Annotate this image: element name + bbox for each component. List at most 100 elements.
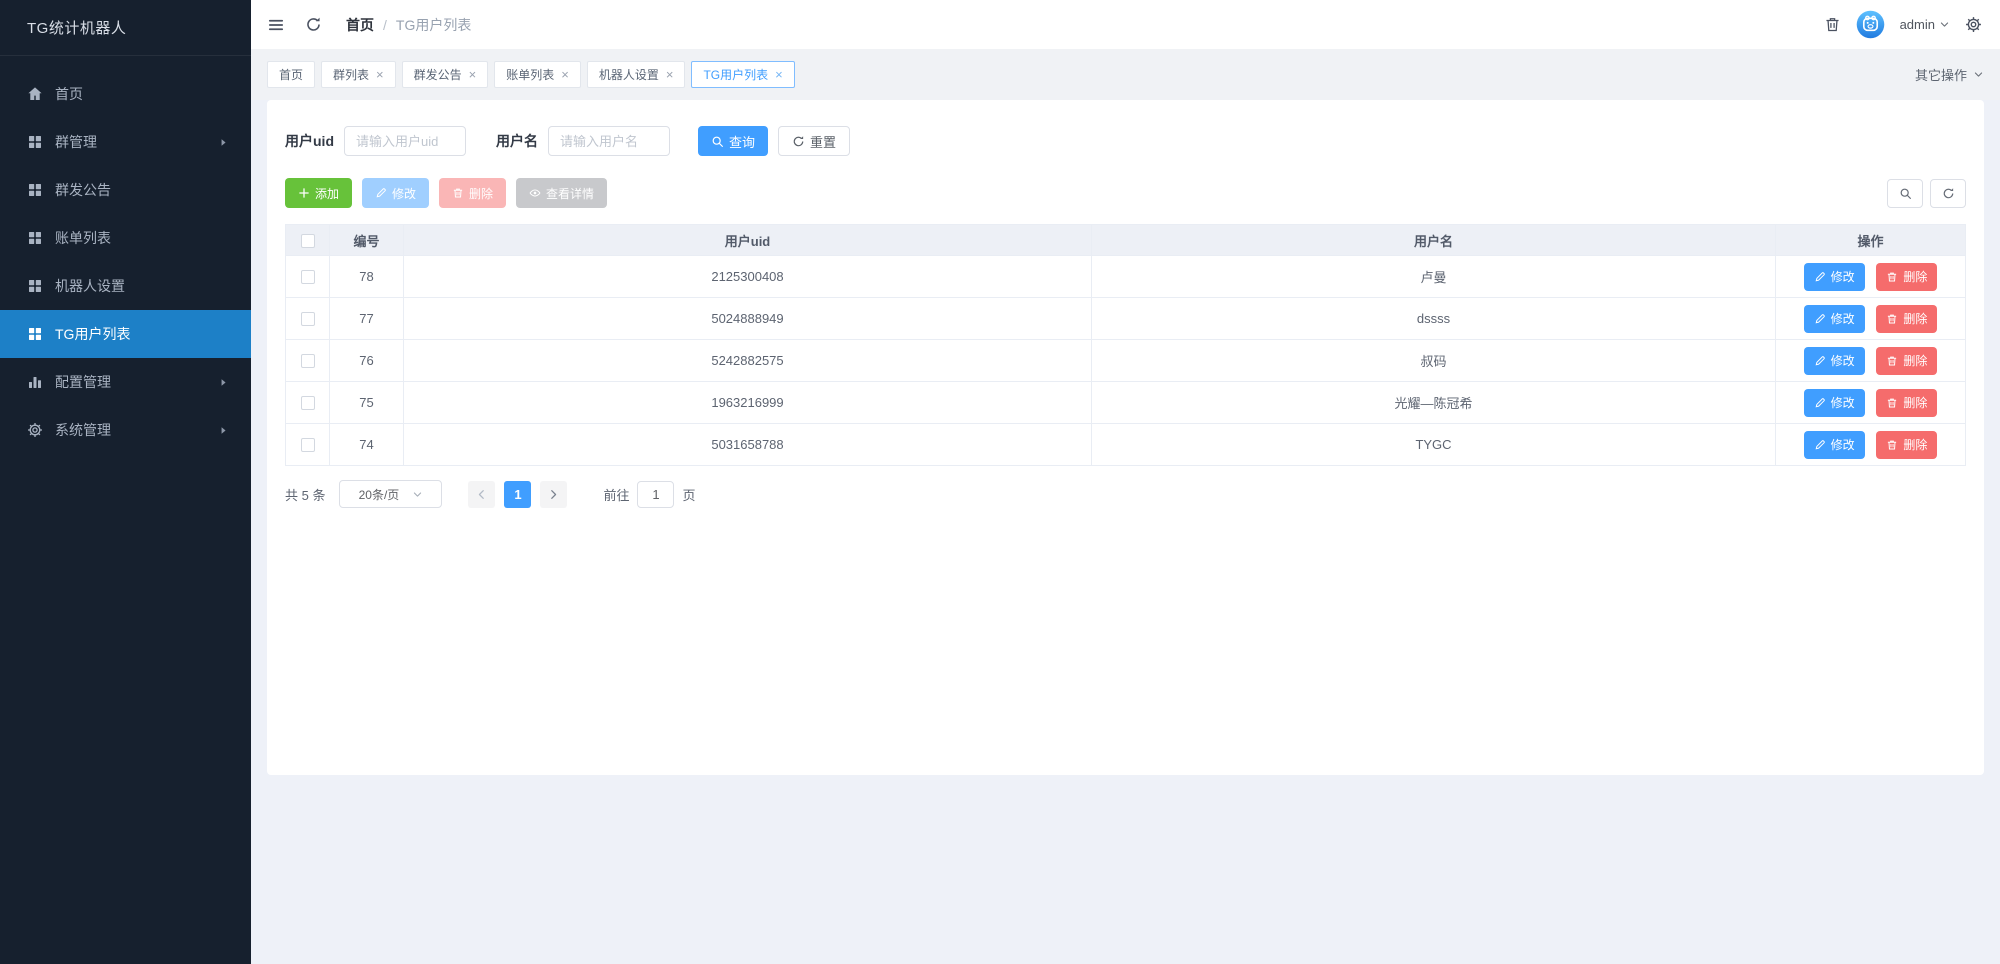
row-edit-button[interactable]: 修改 — [1804, 305, 1865, 333]
hamburger-icon[interactable] — [267, 16, 285, 34]
tab-label: 账单列表 — [506, 66, 554, 83]
gear-icon[interactable] — [1965, 16, 1982, 33]
table-search-button[interactable] — [1887, 179, 1923, 208]
caret-right-icon — [218, 377, 229, 388]
current-page[interactable]: 1 — [504, 481, 531, 508]
tab[interactable]: TG用户列表 × — [691, 61, 794, 88]
user-dropdown[interactable]: admin — [1900, 17, 1950, 32]
tab[interactable]: 首页 — [267, 61, 315, 88]
tab[interactable]: 机器人设置 × — [587, 61, 686, 88]
select-all-checkbox[interactable] — [301, 234, 315, 248]
table-toolbar: 添加 修改 删除 查看详情 — [285, 178, 1966, 208]
row-delete-button[interactable]: 删除 — [1876, 347, 1937, 375]
row-edit-button[interactable]: 修改 — [1804, 389, 1865, 417]
table-refresh-button[interactable] — [1930, 179, 1966, 208]
delete-icon — [1886, 313, 1898, 325]
close-icon[interactable]: × — [469, 68, 477, 81]
sidebar-item-label: 机器人设置 — [55, 276, 125, 296]
table-wrap: 编号用户uid用户名操作 78 2125300408 卢曼 修改 删除 77 5… — [285, 224, 1966, 466]
row-edit-button[interactable]: 修改 — [1804, 431, 1865, 459]
cell-name: 卢曼 — [1092, 256, 1776, 298]
sidebar-item[interactable]: 群发公告 — [0, 166, 251, 214]
row-delete-button[interactable]: 删除 — [1876, 389, 1937, 417]
trash-icon[interactable] — [1824, 16, 1841, 33]
content-card: 用户uid 用户名 查询 重置 添加 — [267, 100, 1984, 775]
close-icon[interactable]: × — [561, 68, 569, 81]
sidebar-item[interactable]: 机器人设置 — [0, 262, 251, 310]
sidebar-item[interactable]: TG用户列表 — [0, 310, 251, 358]
eye-icon — [529, 187, 541, 199]
column-header: 操作 — [1776, 225, 1966, 256]
row-delete-button[interactable]: 删除 — [1876, 263, 1937, 291]
sidebar-item-label: 系统管理 — [55, 420, 111, 440]
next-page-button[interactable] — [540, 481, 567, 508]
table-row: 77 5024888949 dssss 修改 删除 — [286, 298, 1966, 340]
chevron-down-icon — [1939, 19, 1950, 30]
refresh-icon — [792, 135, 805, 148]
sidebar-item[interactable]: 群管理 — [0, 118, 251, 166]
breadcrumb-current: TG用户列表 — [396, 15, 471, 35]
header-actions: admin — [1824, 10, 1982, 39]
username-input[interactable] — [548, 126, 670, 156]
plus-icon — [298, 187, 310, 199]
reset-button[interactable]: 重置 — [778, 126, 850, 156]
cell-name: TYGC — [1092, 424, 1776, 466]
cell-uid: 5031658788 — [404, 424, 1092, 466]
row-checkbox[interactable] — [301, 270, 315, 284]
tab[interactable]: 群发公告 × — [402, 61, 489, 88]
page-size-select[interactable]: 20条/页 — [339, 480, 442, 508]
row-delete-button[interactable]: 删除 — [1876, 431, 1937, 459]
breadcrumb: 首页 / TG用户列表 — [346, 15, 471, 35]
tab-label: 群列表 — [333, 66, 369, 83]
row-checkbox[interactable] — [301, 312, 315, 326]
row-checkbox[interactable] — [301, 396, 315, 410]
row-checkbox[interactable] — [301, 354, 315, 368]
row-delete-button[interactable]: 删除 — [1876, 305, 1937, 333]
row-edit-button[interactable]: 修改 — [1804, 263, 1865, 291]
chevron-down-icon — [412, 489, 423, 500]
goto-suffix: 页 — [682, 485, 695, 504]
edit-icon — [1814, 271, 1826, 283]
sidebar-item[interactable]: 系统管理 — [0, 406, 251, 454]
delete-button[interactable]: 删除 — [439, 178, 506, 208]
chevron-right-icon — [548, 489, 559, 500]
column-header: 编号 — [330, 225, 404, 256]
sidebar-menu: 首页 群管理 群发公告 账单列表 机器人设置 TG用户列表 配置管理 系统管理 — [0, 56, 251, 454]
view-detail-button[interactable]: 查看详情 — [516, 178, 607, 208]
cell-name: 光耀—陈冠希 — [1092, 382, 1776, 424]
edit-icon — [1814, 355, 1826, 367]
more-operations-dropdown[interactable]: 其它操作 — [1915, 65, 1984, 84]
home-icon — [27, 86, 43, 102]
tab-label: 机器人设置 — [599, 66, 659, 83]
refresh-icon[interactable] — [305, 16, 322, 33]
sidebar-item[interactable]: 账单列表 — [0, 214, 251, 262]
cell-uid: 1963216999 — [404, 382, 1092, 424]
uid-label: 用户uid — [285, 131, 334, 151]
search-icon — [711, 135, 724, 148]
tab-label: 首页 — [279, 66, 303, 83]
close-icon[interactable]: × — [775, 68, 783, 81]
sidebar: TG统计机器人 首页 群管理 群发公告 账单列表 机器人设置 TG用户列表 配置… — [0, 0, 251, 964]
row-checkbox[interactable] — [301, 438, 315, 452]
prev-page-button[interactable] — [468, 481, 495, 508]
avatar[interactable] — [1856, 10, 1885, 39]
table-tools — [1887, 179, 1966, 208]
close-icon[interactable]: × — [666, 68, 674, 81]
cell-uid: 5242882575 — [404, 340, 1092, 382]
edit-icon — [1814, 313, 1826, 325]
sidebar-item[interactable]: 首页 — [0, 70, 251, 118]
sidebar-item[interactable]: 配置管理 — [0, 358, 251, 406]
add-button[interactable]: 添加 — [285, 178, 352, 208]
sidebar-item-label: 群管理 — [55, 132, 97, 152]
uid-input[interactable] — [344, 126, 466, 156]
tab[interactable]: 账单列表 × — [494, 61, 581, 88]
search-button[interactable]: 查询 — [698, 126, 768, 156]
cell-name: dssss — [1092, 298, 1776, 340]
edit-button[interactable]: 修改 — [362, 178, 429, 208]
row-edit-button[interactable]: 修改 — [1804, 347, 1865, 375]
top-header: 首页 / TG用户列表 — [251, 0, 2000, 49]
breadcrumb-home[interactable]: 首页 — [346, 15, 374, 35]
close-icon[interactable]: × — [376, 68, 384, 81]
tab[interactable]: 群列表 × — [321, 61, 396, 88]
goto-page-input[interactable] — [637, 481, 674, 508]
